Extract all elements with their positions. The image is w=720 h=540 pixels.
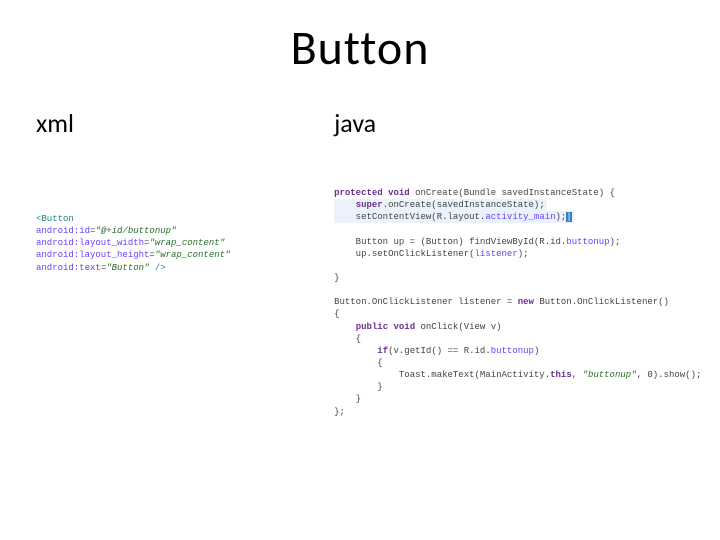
code-line: Button up = (Button) findViewById(R.id.b… [334,236,684,248]
heading-xml: xml [36,107,334,139]
code-line: <Button [36,213,334,225]
code-java: protected void onCreate(Bundle savedInst… [334,187,684,418]
code-line: android:layout_height="wrap_content" [36,249,334,261]
code-line: } [334,393,684,405]
col-java: java protected void onCreate(Bundle save… [334,107,684,418]
slide: Button xml <Buttonandroid:id="@+id/butto… [0,18,720,540]
code-line: setContentView(R.layout.activity_main);| [334,211,684,223]
code-line: android:text="Button" /> [36,262,334,274]
code-line: { [334,357,684,369]
code-line: } [334,272,684,284]
code-line: Button.OnClickListener listener = new Bu… [334,296,684,308]
code-line [334,223,684,235]
heading-java: java [334,107,684,139]
code-line [334,284,684,296]
columns: xml <Buttonandroid:id="@+id/buttonup"and… [0,107,720,418]
code-line: } [334,381,684,393]
code-line: super.onCreate(savedInstanceState); [334,199,684,211]
code-line: { [334,308,684,320]
code-line: if(v.getId() == R.id.buttonup) [334,345,684,357]
code-line: android:layout_width="wrap_content" [36,237,334,249]
col-xml: xml <Buttonandroid:id="@+id/buttonup"and… [36,107,334,418]
code-line: public void onClick(View v) [334,321,684,333]
page-title: Button [0,18,720,77]
code-line: up.setOnClickListener(listener); [334,248,684,260]
code-xml: <Buttonandroid:id="@+id/buttonup"android… [36,213,334,274]
code-line [334,260,684,272]
code-line: }; [334,406,684,418]
code-line: protected void onCreate(Bundle savedInst… [334,187,684,199]
code-line: Toast.makeText(MainActivity.this, "butto… [334,369,684,381]
code-line: android:id="@+id/buttonup" [36,225,334,237]
code-line: { [334,333,684,345]
